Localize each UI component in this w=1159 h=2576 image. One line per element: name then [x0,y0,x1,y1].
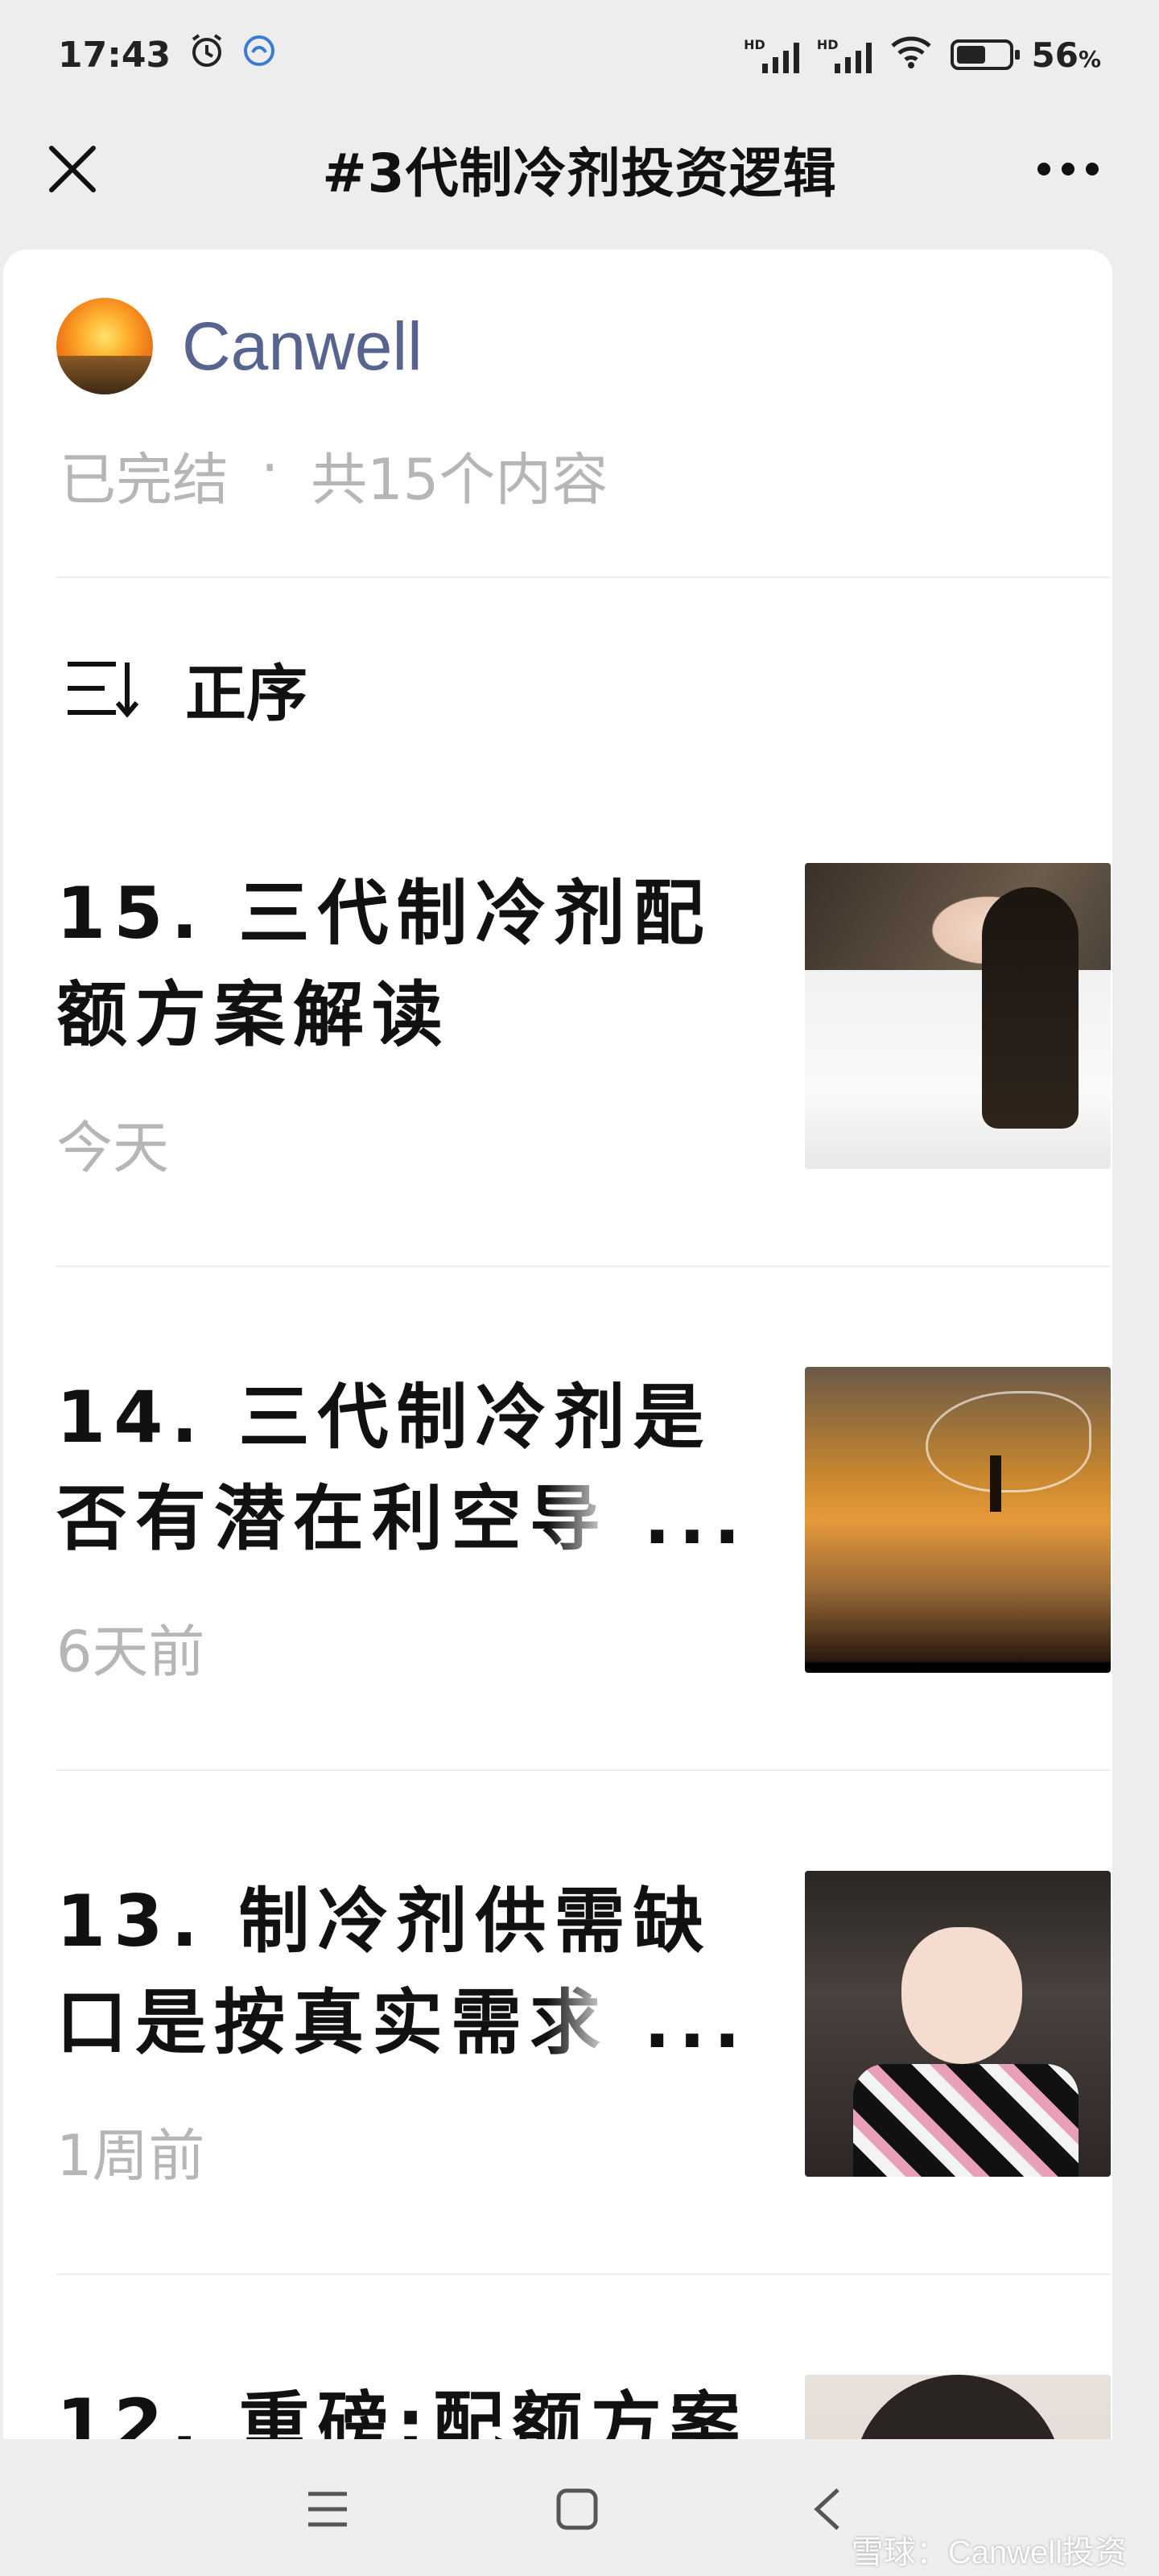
ellipsis: ... [547,1468,749,1570]
meta-separator: · [261,435,279,501]
battery-percent-unit: % [1078,45,1101,72]
article-thumbnail [805,2375,1111,2439]
article-title: 13. 制冷剂供需缺口是按真实需求 ... [56,1871,749,2074]
battery-percent: 56% [1031,35,1101,75]
article-title: 14. 三代制冷剂是否有潜在利空导 ... [56,1367,749,1570]
author-row[interactable]: Canwell [56,298,423,394]
avatar[interactable] [56,298,153,394]
sort-order-icon [68,662,138,718]
author-name[interactable]: Canwell [182,308,423,386]
article-thumbnail [805,1367,1111,1673]
title-bar: #3代制冷剂投资逻辑 [0,113,1159,225]
menu-button[interactable] [291,2473,364,2545]
ellipsis: ... [547,1972,749,2074]
list-item[interactable]: 13. 制冷剂供需缺口是按真实需求 ... 1周前 [56,1871,1111,2189]
home-button[interactable] [541,2473,613,2545]
divider [56,1769,1111,1771]
back-icon [814,2488,839,2530]
alarm-icon [188,32,225,78]
article-time: 今天 [56,1115,169,1181]
article-time: 1周前 [56,2123,205,2189]
collection-count: 共15个内容 [311,447,608,513]
page-title: #3代制冷剂投资逻辑 [322,142,837,204]
signal-icon-2: HD [817,36,872,73]
more-icon [1037,163,1099,175]
wifi-icon [889,33,933,77]
close-button[interactable] [40,137,105,201]
home-icon [556,2488,598,2530]
battery-fill [957,46,986,64]
article-thumbnail [805,863,1111,1169]
article-thumbnail [805,1871,1111,2177]
list-item[interactable]: 14. 三代制冷剂是否有潜在利空导 ... 6天前 [56,1367,1111,1685]
status-bar: 17:43 HD HD 56% [0,0,1159,109]
system-nav-bar: 雪球：Canwell投资 [0,2439,1159,2576]
list-item[interactable]: 15. 三代制冷剂配额方案解读 今天 [56,863,1111,1181]
list-item[interactable]: 12. 重磅:配额方案 [56,2375,1111,2439]
collection-meta: 已完结 · 共15个内容 [60,435,608,516]
watermark: 雪球：Canwell投资 [851,2535,1127,2570]
collection-card: Canwell 已完结 · 共15个内容 正序 15. 三代制冷剂配额方案解读 … [3,250,1112,2439]
article-title: 15. 三代制冷剂配额方案解读 [56,872,712,1056]
article-time: 6天前 [56,1619,205,1685]
article-title: 12. 重磅:配额方案 [56,2384,749,2439]
hd-label-2: HD [816,37,839,52]
battery-percent-value: 56 [1031,35,1079,75]
hd-label: HD [744,37,765,52]
collection-status: 已完结 [60,447,229,513]
sort-toggle[interactable]: 正序 [64,644,307,733]
divider [56,576,1111,578]
status-time: 17:43 [58,34,171,76]
divider [56,2273,1111,2275]
app-notification-icon [243,35,275,76]
divider [56,1265,1111,1267]
close-icon [49,146,96,192]
battery-icon [951,39,1021,70]
menu-icon [308,2491,347,2527]
sort-label: 正序 [185,658,307,729]
more-button[interactable] [1024,137,1112,201]
signal-icon: HD [744,36,799,73]
